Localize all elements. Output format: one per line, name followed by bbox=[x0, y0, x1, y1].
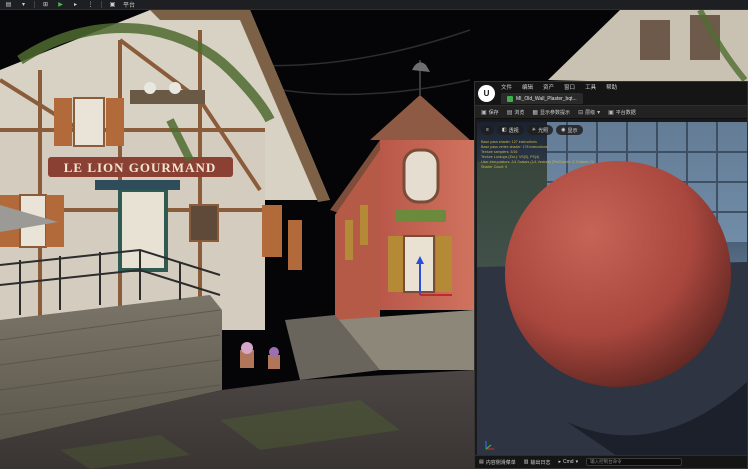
menu-edit[interactable]: 编辑 bbox=[522, 83, 533, 91]
chevron-down-icon: ▾ bbox=[575, 459, 579, 465]
window-shutter bbox=[106, 98, 124, 146]
content-drawer-button[interactable]: ▤ 内容侧滑菜单 bbox=[479, 459, 516, 466]
menu-asset[interactable]: 资产 bbox=[543, 83, 554, 91]
options-icon[interactable]: ⋮ bbox=[86, 1, 95, 9]
menu-window[interactable]: 窗口 bbox=[564, 83, 575, 91]
menu-icon: ≡ bbox=[486, 127, 489, 133]
output-log-icon: ▥ bbox=[523, 459, 529, 465]
browse-button[interactable]: ▤ 浏览 bbox=[507, 109, 525, 116]
flower-box bbox=[396, 210, 446, 222]
cmd-icon: ▸ bbox=[558, 459, 562, 465]
mode-icon[interactable]: ▾ bbox=[19, 1, 28, 9]
browse-icon: ▤ bbox=[506, 109, 513, 116]
console-placeholder: 输入控制台命令 bbox=[590, 459, 622, 464]
tab-row: MI_Old_Wall_Plaster_bqt... bbox=[475, 92, 747, 105]
output-log-label: 输出日志 bbox=[530, 459, 551, 466]
status-bar: ▤ 内容侧滑菜单 ▥ 输出日志 ▸ Cmd ▾ 输入控制台命令 bbox=[475, 455, 747, 468]
platform-stats-button[interactable]: ▣ 平台数据 bbox=[608, 109, 636, 116]
window-shutter bbox=[436, 236, 452, 292]
play-icon[interactable]: ▶ bbox=[56, 1, 65, 9]
content-drawer-icon: ▤ bbox=[479, 459, 484, 465]
perspective-label: 透视 bbox=[508, 127, 519, 134]
perspective-button[interactable]: ◧ 透视 bbox=[496, 125, 524, 135]
lit-button[interactable]: ☀ 光照 bbox=[526, 125, 554, 135]
window-shutter bbox=[345, 220, 353, 260]
restaurant-sign: LE LION GOURMAND bbox=[64, 160, 217, 175]
window-shutter bbox=[288, 220, 302, 270]
stats-line: Shader Count: 9 bbox=[481, 165, 508, 169]
lit-icon: ☀ bbox=[531, 127, 537, 133]
platform-stats-icon: ▣ bbox=[608, 109, 614, 116]
show-label: 显示 bbox=[567, 127, 578, 134]
preview-render bbox=[477, 122, 747, 456]
save-icon: ▣ bbox=[481, 109, 487, 116]
show-button[interactable]: ◉ 显示 bbox=[556, 125, 583, 135]
parameters-button[interactable]: ▦ 显示参数提示 bbox=[532, 109, 570, 116]
window bbox=[189, 204, 219, 242]
save-button[interactable]: ▣ 保存 bbox=[481, 109, 499, 116]
platforms-label[interactable]: 平台 bbox=[123, 0, 135, 9]
main-toolbar: ▤ ▾ ⊞ ▶ ▸ ⋮ ▣ 平台 bbox=[0, 0, 748, 10]
flowers bbox=[269, 347, 279, 357]
perspective-icon: ◧ bbox=[501, 127, 507, 133]
window-shutter bbox=[360, 205, 368, 245]
preview-menu-button[interactable]: ≡ bbox=[481, 125, 494, 135]
snap-icon[interactable]: ⊞ bbox=[41, 1, 50, 9]
platform-stats-label: 平台数据 bbox=[615, 109, 636, 116]
window-shutter bbox=[262, 205, 282, 257]
material-instance-icon bbox=[507, 95, 513, 102]
flower-box bbox=[130, 90, 205, 104]
cmd-label: Cmd bbox=[563, 459, 574, 465]
tab-label: MI_Old_Wall_Plaster_bqt... bbox=[516, 95, 577, 102]
preview-sphere bbox=[505, 161, 731, 387]
step-icon[interactable]: ▸ bbox=[71, 1, 80, 9]
flowers bbox=[144, 82, 156, 94]
lit-label: 光照 bbox=[538, 127, 549, 134]
menu-help[interactable]: 帮助 bbox=[606, 83, 617, 91]
background-building-window bbox=[640, 20, 670, 60]
tab-material-instance[interactable]: MI_Old_Wall_Plaster_bqt... bbox=[501, 93, 583, 104]
platforms-icon[interactable]: ▣ bbox=[108, 1, 117, 9]
axis-gizmo-icon bbox=[485, 441, 494, 450]
window-shutter bbox=[54, 98, 72, 146]
hierarchy-icon: ⊟ bbox=[578, 109, 584, 116]
flowers bbox=[169, 82, 181, 94]
shader-stats: Base pass shader: 127 instructions Base … bbox=[481, 140, 741, 170]
menu-bar: 文件 编辑 资产 窗口 工具 帮助 bbox=[475, 82, 747, 92]
show-icon: ◉ bbox=[561, 127, 566, 133]
material-preview-viewport[interactable]: ≡ ◧ 透视 ☀ 光照 ◉ 显示 Base pass shader: 127 i… bbox=[477, 122, 747, 456]
hierarchy-button[interactable]: ⊟ 层级 ▾ bbox=[578, 109, 600, 116]
flowers bbox=[241, 342, 253, 354]
toolbar-divider bbox=[101, 1, 102, 8]
unreal-logo-icon: U bbox=[478, 85, 495, 102]
save-label: 保存 bbox=[488, 109, 499, 116]
menu-tools[interactable]: 工具 bbox=[585, 83, 596, 91]
window bbox=[73, 97, 105, 147]
material-editor-window[interactable]: U 文件 编辑 资产 窗口 工具 帮助 MI_Old_Wall_Plaster_… bbox=[474, 81, 748, 469]
editor-toolbar: ▣ 保存 ▤ 浏览 ▦ 显示参数提示 ⊟ 层级 ▾ ▣ 平台数据 bbox=[475, 105, 747, 119]
preview-options-bar: ≡ ◧ 透视 ☀ 光照 ◉ 显示 bbox=[481, 125, 583, 135]
window-shutter bbox=[388, 236, 404, 292]
toolbar-divider bbox=[34, 1, 35, 8]
parameters-icon: ▦ bbox=[532, 109, 539, 116]
content-drawer-label: 内容侧滑菜单 bbox=[485, 459, 516, 466]
flower-pot bbox=[268, 355, 280, 369]
awning bbox=[95, 180, 180, 190]
chevron-down-icon: ▾ bbox=[597, 109, 601, 116]
door bbox=[118, 188, 168, 272]
output-log-button[interactable]: ▥ 输出日志 bbox=[524, 459, 551, 466]
browse-label: 浏览 bbox=[514, 109, 525, 116]
cmd-button[interactable]: ▸ Cmd ▾ bbox=[559, 459, 579, 465]
parameters-label: 显示参数提示 bbox=[540, 109, 571, 116]
red-building-window bbox=[402, 148, 440, 204]
hierarchy-label: 层级 bbox=[585, 109, 596, 116]
save-icon[interactable]: ▤ bbox=[4, 1, 13, 9]
menu-file[interactable]: 文件 bbox=[501, 83, 512, 91]
console-command-input[interactable]: 输入控制台命令 bbox=[586, 458, 683, 466]
